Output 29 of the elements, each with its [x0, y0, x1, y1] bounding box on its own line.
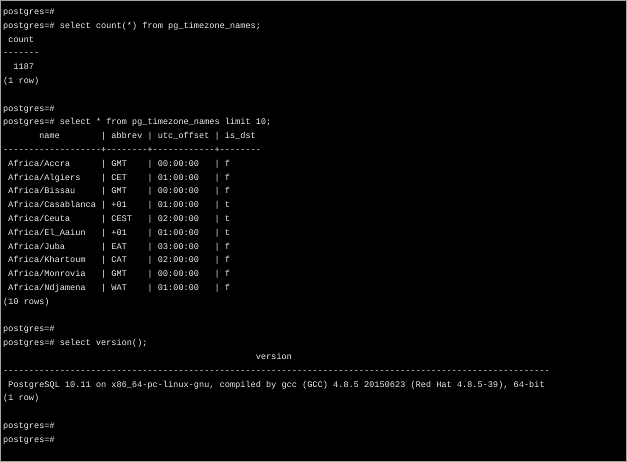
terminal-line: -------: [3, 47, 40, 60]
terminal-line: postgres=#: [3, 420, 55, 433]
terminal-line: Africa/El_Aaiun | +01 | 01:00:00 | t: [7, 226, 230, 240]
terminal-line: postgres=#: [3, 434, 55, 447]
terminal-line: Africa/Accra | GMT | 00:00:00 | f: [7, 158, 230, 171]
terminal-line: Africa/Casablanca | +01 | 01:00:00 | t: [7, 199, 230, 212]
terminal-line: 1187: [12, 61, 34, 74]
terminal-line: Africa/Algiers | CET | 01:00:00 | f: [7, 172, 230, 185]
terminal-line: postgres=# select version();: [3, 337, 148, 350]
terminal-line: Africa/Bissau | GMT | 00:00:00 | f: [7, 185, 230, 198]
terminal-line: (1 row): [3, 74, 40, 88]
terminal-line: Africa/Ceuta | CEST | 02:00:00 | t: [7, 212, 230, 226]
terminal-line: ----------------------------------------------------------------------------------------------------------: [3, 364, 550, 378]
terminal-line: postgres=#: [3, 6, 55, 19]
terminal-line: postgres=# select * from pg_timezone_names limit 10;: [3, 116, 272, 130]
terminal-line: Africa/Juba | EAT | 03:00:00 | f: [7, 240, 230, 254]
terminal-line: name | abbrev | utc_offset | is_dst: [38, 130, 256, 144]
terminal-line: (10 rows): [3, 296, 50, 309]
terminal-line: postgres=#: [3, 102, 55, 116]
terminal-line: -------------------+--------+------------+--------: [3, 144, 261, 157]
terminal-line: version: [254, 350, 292, 364]
terminal-line: Africa/Ndjamena | WAT | 01:00:00 | f: [7, 282, 230, 295]
terminal-line: Africa/Monrovia | GMT | 00:00:00 | f: [7, 268, 230, 282]
terminal-line: PostgreSQL 10.11 on x86_64-pc-linux-gnu, compiled by gcc (GCC) 4.8.5 20150623 (Red Hat 4.8.5-39), 64-bit: [7, 378, 544, 392]
terminal-line: Africa/Khartoum | CAT | 02:00:00 | f: [7, 254, 230, 268]
terminal-line: postgres=# select count(*) from pg_timezone_names;: [3, 20, 261, 33]
terminal-line: (1 row): [3, 392, 40, 406]
terminal-line: count: [7, 34, 34, 47]
terminal-line: postgres=#: [3, 323, 55, 336]
